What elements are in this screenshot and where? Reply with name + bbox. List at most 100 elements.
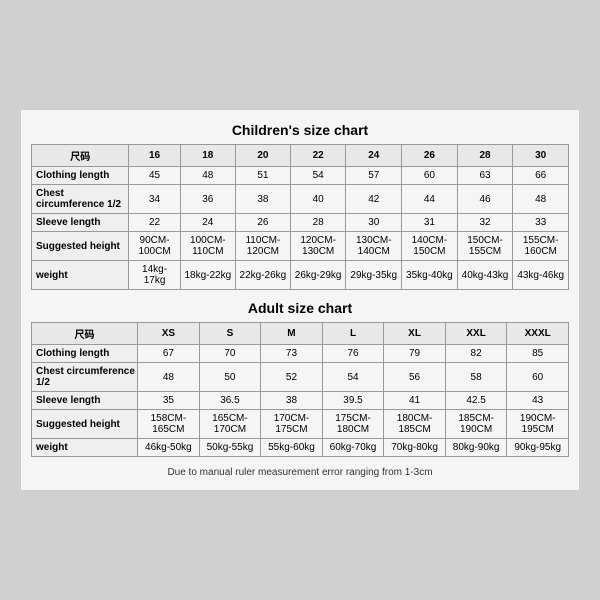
children-chart-title: Children's size chart bbox=[31, 122, 569, 138]
cell-1-2: 38 bbox=[235, 185, 290, 214]
cell-2-3: 39.5 bbox=[322, 392, 384, 410]
cell-2-7: 33 bbox=[513, 214, 569, 232]
cell-2-4: 30 bbox=[346, 214, 402, 232]
cell-1-4: 56 bbox=[384, 363, 446, 392]
column-header-6: 26 bbox=[402, 145, 458, 167]
cell-0-6: 63 bbox=[457, 167, 513, 185]
cell-1-5: 44 bbox=[402, 185, 458, 214]
cell-0-5: 82 bbox=[445, 345, 507, 363]
column-header-0: 尺码 bbox=[32, 323, 138, 345]
cell-0-6: 85 bbox=[507, 345, 569, 363]
cell-3-7: 155CM-160CM bbox=[513, 232, 569, 261]
cell-2-6: 43 bbox=[507, 392, 569, 410]
cell-4-0: 14kg-17kg bbox=[129, 261, 180, 290]
table-row: Clothing length4548515457606366 bbox=[32, 167, 569, 185]
cell-2-2: 26 bbox=[235, 214, 290, 232]
children-size-table: 尺码1618202224262830 Clothing length454851… bbox=[31, 144, 569, 290]
cell-4-3: 26kg-29kg bbox=[290, 261, 346, 290]
cell-0-4: 57 bbox=[346, 167, 402, 185]
cell-4-6: 40kg-43kg bbox=[457, 261, 513, 290]
row-label-4: weight bbox=[32, 261, 129, 290]
table-row: Suggested height90CM-100CM100CM-110CM110… bbox=[32, 232, 569, 261]
cell-1-1: 50 bbox=[199, 363, 261, 392]
cell-3-1: 165CM-170CM bbox=[199, 410, 261, 439]
cell-4-1: 18kg-22kg bbox=[180, 261, 235, 290]
cell-1-1: 36 bbox=[180, 185, 235, 214]
measurement-note: Due to manual ruler measurement error ra… bbox=[31, 467, 569, 478]
cell-2-0: 35 bbox=[138, 392, 200, 410]
column-header-1: 16 bbox=[129, 145, 180, 167]
column-header-4: 22 bbox=[290, 145, 346, 167]
cell-4-2: 55kg-60kg bbox=[261, 439, 323, 457]
cell-3-6: 150CM-155CM bbox=[457, 232, 513, 261]
cell-3-3: 120CM-130CM bbox=[290, 232, 346, 261]
cell-3-4: 180CM-185CM bbox=[384, 410, 446, 439]
cell-3-2: 170CM-175CM bbox=[261, 410, 323, 439]
column-header-7: XXXL bbox=[507, 323, 569, 345]
cell-3-1: 100CM-110CM bbox=[180, 232, 235, 261]
column-header-2: S bbox=[199, 323, 261, 345]
table-row: Chest circumference 1/23436384042444648 bbox=[32, 185, 569, 214]
column-header-3: M bbox=[261, 323, 323, 345]
cell-2-0: 22 bbox=[129, 214, 180, 232]
column-header-5: 24 bbox=[346, 145, 402, 167]
cell-0-3: 54 bbox=[290, 167, 346, 185]
row-label-3: Suggested height bbox=[32, 232, 129, 261]
cell-0-3: 76 bbox=[322, 345, 384, 363]
cell-0-0: 45 bbox=[129, 167, 180, 185]
cell-0-4: 79 bbox=[384, 345, 446, 363]
row-label-4: weight bbox=[32, 439, 138, 457]
cell-1-4: 42 bbox=[346, 185, 402, 214]
cell-2-1: 36.5 bbox=[199, 392, 261, 410]
cell-3-3: 175CM-180CM bbox=[322, 410, 384, 439]
column-header-2: 18 bbox=[180, 145, 235, 167]
column-header-7: 28 bbox=[457, 145, 513, 167]
cell-4-6: 90kg-95kg bbox=[507, 439, 569, 457]
cell-3-5: 140CM-150CM bbox=[402, 232, 458, 261]
column-header-5: XL bbox=[384, 323, 446, 345]
table-row: Sleeve length3536.53839.54142.543 bbox=[32, 392, 569, 410]
cell-4-3: 60kg-70kg bbox=[322, 439, 384, 457]
row-label-0: Clothing length bbox=[32, 345, 138, 363]
column-header-1: XS bbox=[138, 323, 200, 345]
cell-4-2: 22kg-26kg bbox=[235, 261, 290, 290]
row-label-1: Chest circumference 1/2 bbox=[32, 363, 138, 392]
adult-chart-title: Adult size chart bbox=[31, 300, 569, 316]
row-label-0: Clothing length bbox=[32, 167, 129, 185]
cell-1-6: 60 bbox=[507, 363, 569, 392]
row-label-3: Suggested height bbox=[32, 410, 138, 439]
cell-0-0: 67 bbox=[138, 345, 200, 363]
cell-2-5: 42.5 bbox=[445, 392, 507, 410]
cell-4-7: 43kg-46kg bbox=[513, 261, 569, 290]
column-header-8: 30 bbox=[513, 145, 569, 167]
cell-0-5: 60 bbox=[402, 167, 458, 185]
table-row: weight46kg-50kg50kg-55kg55kg-60kg60kg-70… bbox=[32, 439, 569, 457]
cell-3-4: 130CM-140CM bbox=[346, 232, 402, 261]
cell-3-6: 190CM-195CM bbox=[507, 410, 569, 439]
row-label-1: Chest circumference 1/2 bbox=[32, 185, 129, 214]
row-label-2: Sleeve length bbox=[32, 392, 138, 410]
cell-4-5: 80kg-90kg bbox=[445, 439, 507, 457]
size-chart-card: Children's size chart 尺码1618202224262830… bbox=[20, 109, 580, 491]
cell-0-1: 70 bbox=[199, 345, 261, 363]
cell-3-0: 158CM-165CM bbox=[138, 410, 200, 439]
cell-1-2: 52 bbox=[261, 363, 323, 392]
cell-1-7: 48 bbox=[513, 185, 569, 214]
cell-4-4: 70kg-80kg bbox=[384, 439, 446, 457]
column-header-6: XXL bbox=[445, 323, 507, 345]
cell-2-6: 32 bbox=[457, 214, 513, 232]
column-header-3: 20 bbox=[235, 145, 290, 167]
column-header-4: L bbox=[322, 323, 384, 345]
cell-1-5: 58 bbox=[445, 363, 507, 392]
cell-0-2: 51 bbox=[235, 167, 290, 185]
cell-3-0: 90CM-100CM bbox=[129, 232, 180, 261]
cell-4-5: 35kg-40kg bbox=[402, 261, 458, 290]
cell-1-0: 34 bbox=[129, 185, 180, 214]
cell-4-1: 50kg-55kg bbox=[199, 439, 261, 457]
cell-1-6: 46 bbox=[457, 185, 513, 214]
cell-0-7: 66 bbox=[513, 167, 569, 185]
cell-0-1: 48 bbox=[180, 167, 235, 185]
cell-4-4: 29kg-35kg bbox=[346, 261, 402, 290]
cell-0-2: 73 bbox=[261, 345, 323, 363]
cell-3-2: 110CM-120CM bbox=[235, 232, 290, 261]
